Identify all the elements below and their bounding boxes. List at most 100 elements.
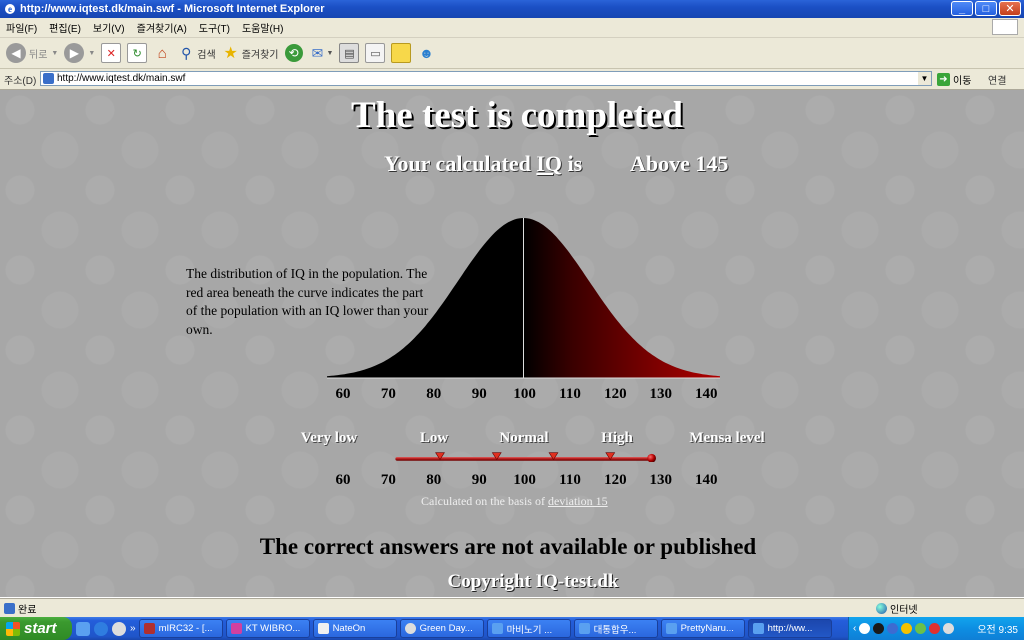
curve-tick-110: 110: [559, 386, 581, 402]
ie-page-icon: [752, 623, 764, 634]
go-button[interactable]: ➜ 이동: [937, 72, 971, 87]
tray-icon-1[interactable]: [859, 623, 871, 634]
page-done-icon: [4, 602, 15, 614]
task-button-mirc[interactable]: mIRC32 - [...: [138, 619, 223, 638]
menu-edit[interactable]: 편집(E): [43, 20, 87, 35]
iq-prefix: Your calculated: [384, 151, 537, 176]
svg-text:e: e: [8, 4, 12, 14]
toolbar: ◀ 뒤로 ▼ ▶ ▼ ✕ ↻ ⌂ ⚲ 검색 ★ 즐겨찾기 ⟲ ✉ ▼ ▤ ▭ ☻: [0, 38, 1024, 69]
task-button-forum[interactable]: 대통합우...: [573, 619, 658, 638]
refresh-icon: ↻: [127, 43, 148, 63]
curve-tick-120: 120: [604, 386, 627, 402]
tray-icon-5[interactable]: [915, 623, 927, 634]
task-button-greenday[interactable]: Green Day...: [399, 619, 484, 638]
print-button[interactable]: ▤: [339, 41, 360, 65]
scale-track: [395, 457, 652, 461]
quicklaunch-ie-icon[interactable]: [76, 621, 90, 636]
status-done: 완료: [4, 601, 36, 616]
menu-file[interactable]: 파일(F): [0, 20, 43, 35]
close-button[interactable]: ✕: [999, 1, 1021, 16]
stop-button[interactable]: ✕: [101, 41, 122, 65]
tray-icon-7[interactable]: [943, 623, 955, 634]
tray-icon-3[interactable]: [887, 623, 899, 634]
flash-content-area[interactable]: The test is completed Your calculated IQ…: [0, 90, 1024, 597]
address-input[interactable]: http://www.iqtest.dk/main.swf ▼: [40, 71, 932, 86]
menu-help[interactable]: 도움말(H): [236, 20, 289, 35]
forward-arrow-icon: ▶: [64, 43, 85, 63]
curve-tick-90: 90: [471, 386, 487, 402]
menu-view[interactable]: 보기(V): [87, 20, 131, 35]
nateon-icon: [317, 623, 329, 634]
scale-tick-130: 130: [649, 472, 673, 488]
forward-dropdown-icon[interactable]: ▼: [88, 50, 95, 57]
printer-icon: ▤: [339, 43, 360, 63]
iq-suffix: is: [562, 151, 583, 176]
tray-icon-4[interactable]: [901, 623, 913, 634]
curve-axis-ticks: 60 70 80 90 100 110 120 130 140: [0, 386, 1024, 406]
iq-link[interactable]: IQ: [536, 151, 562, 176]
search-button[interactable]: ⚲ 검색: [177, 41, 216, 65]
quicklaunch-more-icon[interactable]: »: [130, 623, 136, 634]
windows-logo-icon: [992, 19, 1018, 35]
mail-button[interactable]: ✉ ▼: [309, 41, 334, 65]
tray-icon-6[interactable]: [929, 623, 941, 634]
home-button[interactable]: ⌂: [153, 41, 171, 65]
task-button-prettynaru[interactable]: PrettyNaru...: [660, 619, 745, 638]
tray-expand-icon[interactable]: ‹: [853, 623, 856, 634]
ie-page-icon: [491, 623, 503, 634]
task-button-mabinogi[interactable]: 마비노기 ...: [486, 619, 571, 638]
curve-tick-100: 100: [513, 386, 536, 402]
deviation-link[interactable]: deviation 15: [548, 494, 608, 508]
maximize-button[interactable]: □: [975, 1, 997, 16]
status-done-label: 완료: [18, 604, 37, 616]
start-button[interactable]: start: [0, 617, 72, 640]
start-label: start: [24, 620, 57, 637]
task-button-wibro[interactable]: KT WIBRO...: [225, 619, 310, 638]
history-icon: ⟲: [284, 44, 303, 62]
curve-tick-60: 60: [335, 386, 351, 402]
note-icon: [391, 43, 412, 63]
stop-icon: ✕: [101, 43, 122, 63]
forward-button[interactable]: ▶ ▼: [64, 41, 95, 65]
iq-distribution-curve: [327, 218, 720, 379]
address-label: 주소(D): [4, 75, 37, 87]
task-label: mIRC32 - [...: [158, 623, 213, 634]
back-arrow-icon: ◀: [6, 43, 26, 63]
menu-tools[interactable]: 도구(T): [193, 20, 236, 35]
iq-scale-bar: [395, 452, 656, 462]
basis-note: Calculated on the basis of deviation 15: [421, 494, 608, 509]
zone-label: 인터넷: [890, 605, 918, 616]
menu-favorites[interactable]: 즐겨찾기(A): [131, 20, 193, 35]
links-button[interactable]: 연결: [988, 72, 1006, 87]
tray-icon-2[interactable]: [873, 623, 885, 634]
iq-level-labels: Very low Low Normal High Mensa level: [0, 430, 1024, 450]
quicklaunch-browser-icon[interactable]: [94, 621, 108, 636]
refresh-button[interactable]: ↻: [127, 41, 148, 65]
clock: 오전 9:35: [977, 625, 1018, 636]
edit-button[interactable]: ▭: [365, 41, 386, 65]
curve-tick-80: 80: [426, 386, 442, 402]
task-button-nateon[interactable]: NateOn: [312, 619, 397, 638]
minimize-button[interactable]: _: [951, 1, 973, 16]
scale-tick-100: 100: [513, 472, 536, 488]
task-button-iqtest[interactable]: http://ww...: [747, 619, 832, 638]
address-dropdown-icon[interactable]: ▼: [918, 72, 931, 85]
curve-tick-130: 130: [649, 386, 673, 402]
mail-dropdown-icon[interactable]: ▼: [327, 50, 334, 57]
scale-tick-60: 60: [335, 472, 351, 488]
quicklaunch-media-icon[interactable]: [112, 621, 126, 636]
favorites-button[interactable]: ★ 즐겨찾기: [222, 41, 279, 65]
history-button[interactable]: ⟲: [284, 41, 303, 65]
curve-tick-70: 70: [380, 386, 396, 402]
iq-result-value: Above 145: [630, 151, 729, 176]
task-label: http://ww...: [767, 623, 813, 634]
search-label: 검색: [197, 49, 216, 61]
ie-logo-icon: e: [5, 4, 15, 14]
discuss-button[interactable]: [391, 41, 412, 65]
messenger-button[interactable]: ☻: [417, 41, 435, 65]
back-button[interactable]: ◀ 뒤로 ▼: [6, 41, 58, 65]
search-icon: ⚲: [181, 44, 192, 61]
back-dropdown-icon[interactable]: ▼: [51, 50, 58, 57]
star-icon: ★: [223, 45, 238, 62]
level-label-low: Low: [419, 430, 449, 446]
